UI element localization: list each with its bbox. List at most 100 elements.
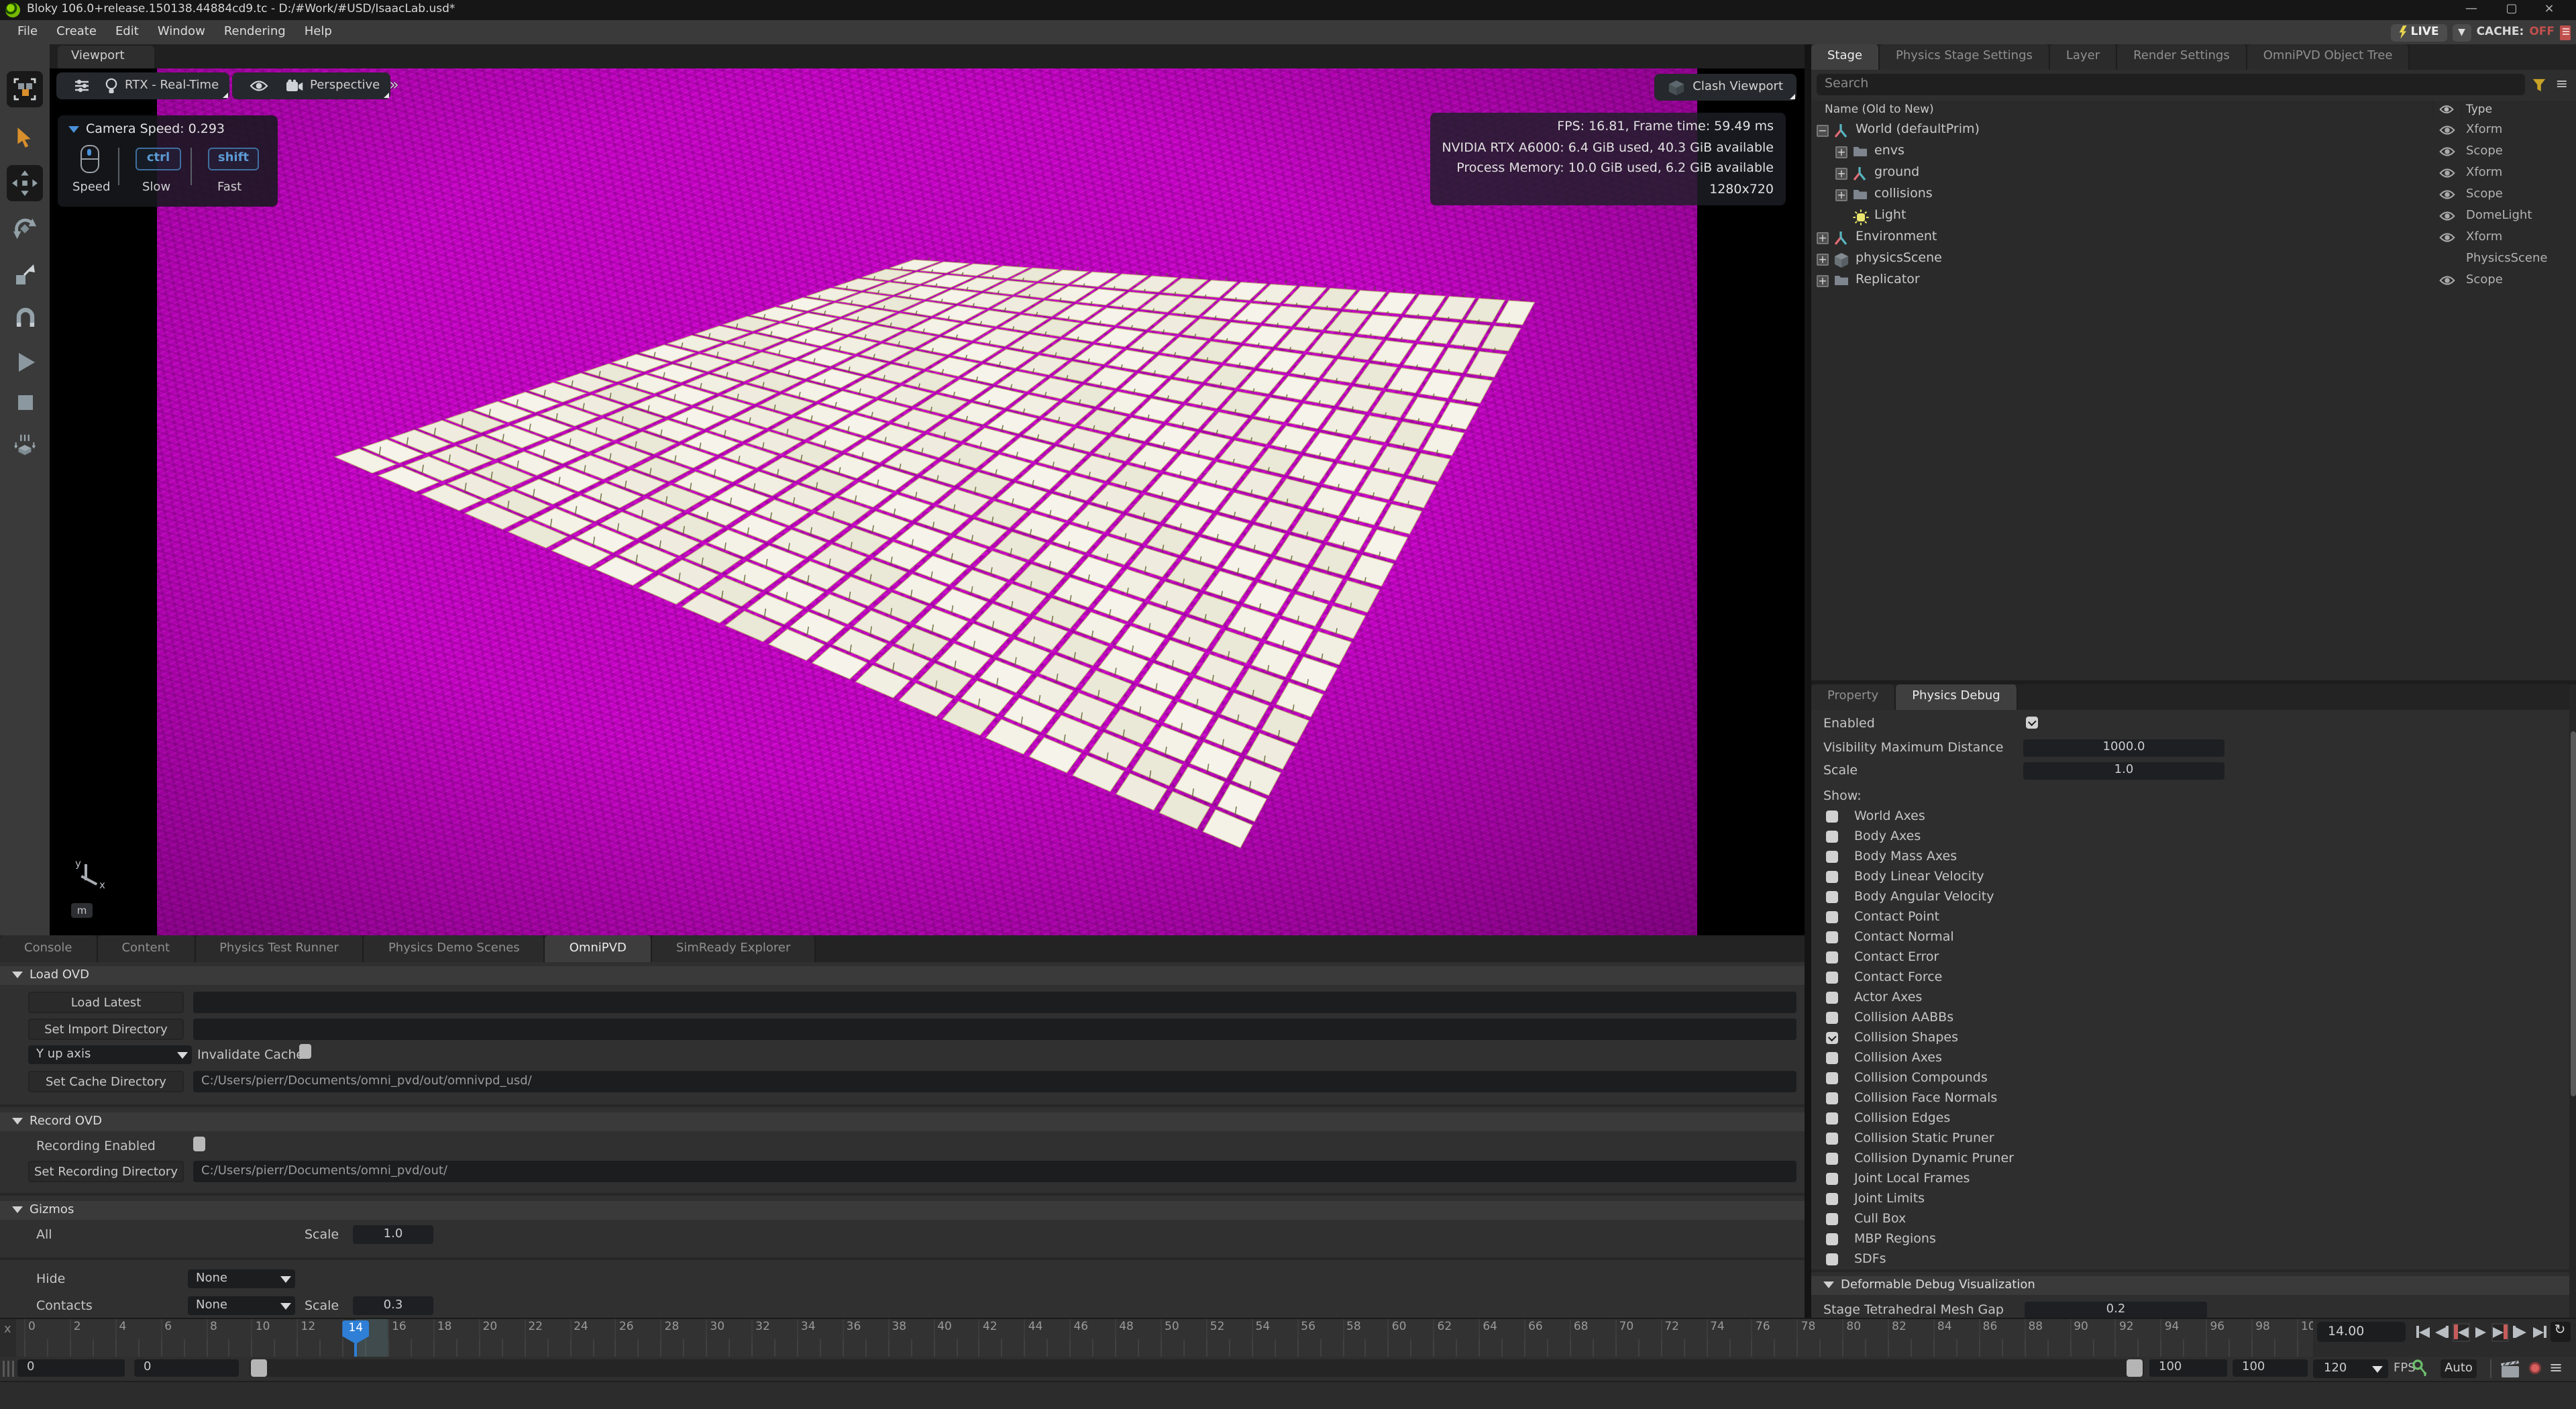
options-icon[interactable]: ≡ [2556, 75, 2568, 93]
stop-button[interactable] [7, 384, 43, 420]
visibility-eye-icon[interactable] [2439, 188, 2455, 201]
checkbox-body-angular-velocity[interactable] [1826, 891, 1838, 903]
next-frame-button[interactable] [2511, 1322, 2528, 1341]
load-latest-button[interactable]: Load Latest [28, 992, 184, 1013]
expand-icon[interactable]: + [1817, 275, 1829, 287]
checkbox-contact-error[interactable] [1826, 951, 1838, 963]
snap-tool-button[interactable] [7, 299, 43, 335]
tab-omnipvd-object-tree[interactable]: OmniPVD Object Tree [2247, 44, 2410, 70]
tab-viewport[interactable]: Viewport [58, 46, 154, 68]
scale-tool-button[interactable] [7, 255, 43, 291]
debug-scale-field[interactable]: 1.0 [2023, 762, 2224, 780]
tree-row-light[interactable]: LightDomeLight [1811, 205, 2576, 227]
set-import-directory-button[interactable]: Set Import Directory [28, 1019, 184, 1040]
load-ovd-header[interactable]: Load OVD [0, 966, 1805, 985]
loop-toggle-button[interactable]: ↻ [2550, 1322, 2570, 1342]
cache-document-icon[interactable] [2560, 25, 2571, 40]
live-button[interactable]: LIVE [2391, 23, 2447, 41]
filter-icon[interactable] [2532, 78, 2546, 93]
tree-row-collisions[interactable]: +collisionsScope [1811, 184, 2576, 205]
visibility-eye-icon[interactable] [2439, 274, 2455, 287]
menu-item-window[interactable]: Window [148, 20, 215, 44]
inspector-scrollbar[interactable] [2569, 684, 2576, 1318]
skip-to-start-button[interactable] [2414, 1322, 2431, 1341]
set-cache-directory-button[interactable]: Set Cache Directory [28, 1071, 184, 1092]
checkbox-collision-edges[interactable] [1826, 1112, 1838, 1125]
menu-item-help[interactable]: Help [295, 20, 341, 44]
checkbox-body-axes[interactable] [1826, 831, 1838, 843]
checkbox-collision-face-normals[interactable] [1826, 1092, 1838, 1104]
checkbox-contact-normal[interactable] [1826, 931, 1838, 943]
visibility-eye-icon[interactable] [2439, 166, 2455, 180]
move-tool-button[interactable] [7, 165, 43, 201]
timeline-close-icon[interactable]: x [4, 1323, 11, 1337]
maximize-button[interactable]: ▢ [2496, 0, 2528, 20]
dock-tab-console[interactable]: Console [0, 935, 97, 962]
timeline-zoom-scrollbar[interactable] [250, 1359, 2144, 1377]
tab-layer[interactable]: Layer [2050, 44, 2117, 70]
cache-directory-field[interactable]: C:/Users/pierr/Documents/omni_pvd/out/om… [193, 1071, 1796, 1092]
visibility-eye-icon[interactable] [2439, 145, 2455, 158]
dock-tab-physics-demo-scenes[interactable]: Physics Demo Scenes [364, 935, 545, 962]
expand-icon[interactable]: + [1835, 189, 1847, 201]
checkbox-collision-shapes[interactable] [1826, 1032, 1838, 1044]
add-keyframe-icon[interactable] [2411, 1359, 2428, 1378]
tab-stage[interactable]: Stage [1811, 44, 1880, 70]
range-end2-field[interactable]: 100 [2233, 1359, 2308, 1377]
zoom-handle-left[interactable] [251, 1359, 267, 1377]
up-axis-dropdown[interactable]: Y up axis [28, 1045, 192, 1064]
load-latest-field[interactable] [193, 992, 1796, 1013]
contacts-scale-field[interactable]: 0.3 [353, 1296, 433, 1315]
camera-button[interactable]: Perspective [275, 72, 390, 99]
checkbox-collision-compounds[interactable] [1826, 1072, 1838, 1084]
dock-tab-simready-explorer[interactable]: SimReady Explorer [652, 935, 816, 962]
checkbox-collision-aabbs[interactable] [1826, 1012, 1838, 1024]
clapperboard-icon[interactable] [2501, 1361, 2521, 1378]
previous-frame-button[interactable] [2433, 1322, 2451, 1341]
selection-mode-button[interactable] [7, 71, 43, 107]
auto-key-button[interactable]: Auto [2440, 1359, 2477, 1378]
hide-dropdown[interactable]: None [188, 1269, 295, 1288]
checkbox-mbp-regions[interactable] [1826, 1233, 1838, 1245]
gizmos-all-scale-field[interactable]: 1.0 [353, 1225, 433, 1244]
select-tool-button[interactable] [7, 119, 43, 156]
current-frame-field[interactable]: 14.00 [2317, 1322, 2406, 1342]
checkbox-world-axes[interactable] [1826, 811, 1838, 823]
checkbox-actor-axes[interactable] [1826, 992, 1838, 1004]
timeline-ruler[interactable]: 0246810121416182022242628303234363840424… [16, 1319, 2313, 1358]
gizmos-header[interactable]: Gizmos [0, 1201, 1805, 1220]
tree-row-replicator[interactable]: +ReplicatorScope [1811, 270, 2576, 291]
close-button[interactable]: × [2533, 0, 2565, 20]
live-dropdown-button[interactable]: ▼ [2453, 23, 2471, 41]
tree-row-environment[interactable]: +EnvironmentXform [1811, 227, 2576, 248]
tab-render-settings[interactable]: Render Settings [2117, 44, 2247, 70]
tab-physics-debug[interactable]: Physics Debug [1896, 684, 2018, 710]
expand-icon[interactable]: + [1835, 146, 1847, 158]
dock-tab-omnipvd[interactable]: OmniPVD [545, 935, 652, 962]
collapse-icon[interactable]: − [1817, 125, 1829, 137]
tab-physics-stage-settings[interactable]: Physics Stage Settings [1880, 44, 2050, 70]
zoom-handle-right[interactable] [2127, 1359, 2143, 1377]
recording-directory-field[interactable]: C:/Users/pierr/Documents/omni_pvd/out/ [193, 1161, 1796, 1182]
checkbox-body-linear-velocity[interactable] [1826, 871, 1838, 883]
physics-drop-button[interactable] [7, 428, 43, 464]
menu-item-file[interactable]: File [8, 20, 47, 44]
tree-row-envs[interactable]: +envsScope [1811, 141, 2576, 162]
checkbox-contact-point[interactable] [1826, 911, 1838, 923]
dock-tab-content[interactable]: Content [97, 935, 195, 962]
visibility-distance-field[interactable]: 1000.0 [2023, 739, 2224, 757]
clash-viewport-button[interactable]: Clash Viewport [1654, 74, 1796, 101]
play-to-end-button[interactable] [2491, 1322, 2509, 1341]
range-start-field[interactable]: 0 [17, 1359, 125, 1377]
checkbox-joint-local-frames[interactable] [1826, 1173, 1838, 1185]
checkbox-collision-dynamic-pruner[interactable] [1826, 1153, 1838, 1165]
visibility-eye-icon[interactable] [2439, 231, 2455, 244]
record-ovd-header[interactable]: Record OVD [0, 1112, 1805, 1131]
visibility-eye-icon[interactable] [2439, 123, 2455, 137]
checkbox-joint-limits[interactable] [1826, 1193, 1838, 1205]
tab-property[interactable]: Property [1811, 684, 1896, 710]
expand-icon[interactable]: + [1835, 168, 1847, 180]
checkbox-contact-force[interactable] [1826, 972, 1838, 984]
checkbox-collision-axes[interactable] [1826, 1052, 1838, 1064]
import-directory-field[interactable] [193, 1019, 1796, 1040]
